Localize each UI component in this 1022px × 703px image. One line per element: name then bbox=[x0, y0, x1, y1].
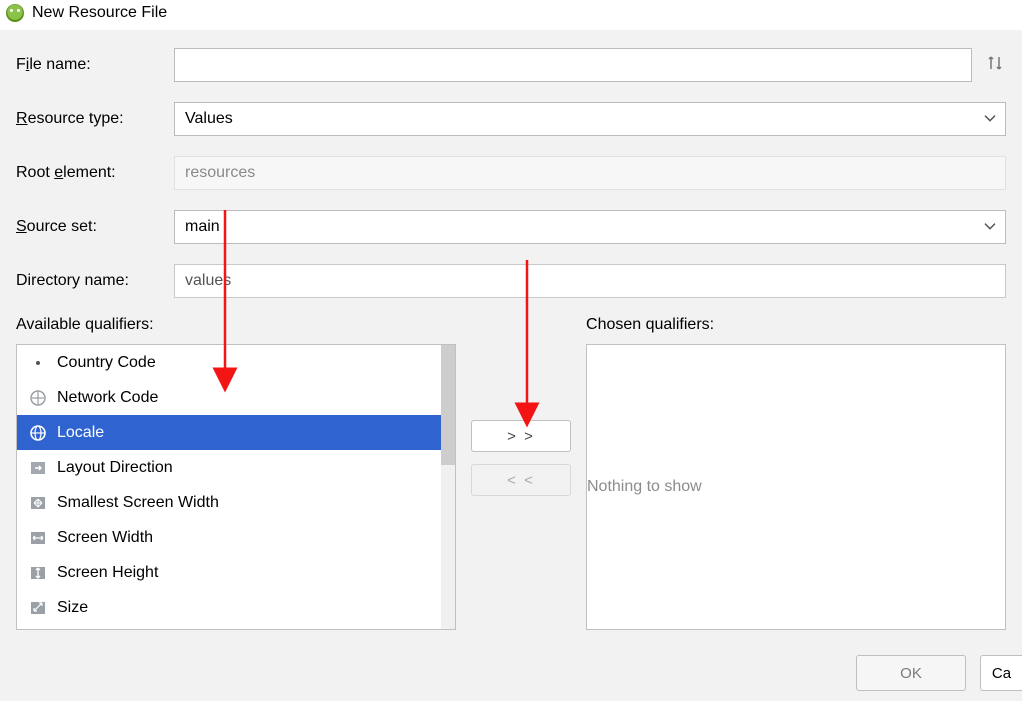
qualifier-item-label: Screen Height bbox=[57, 564, 158, 582]
qualifier-item-screen-width[interactable]: Screen Width bbox=[17, 520, 441, 555]
qualifier-item-label: Size bbox=[57, 599, 88, 617]
android-studio-icon bbox=[6, 4, 24, 22]
width-icon bbox=[29, 529, 47, 547]
qualifier-item-network-code[interactable]: Network Code bbox=[17, 380, 441, 415]
move-buttons-column: > > < < bbox=[456, 316, 586, 508]
label-directory-name: Directory name: bbox=[16, 272, 174, 290]
qualifier-item-smallest-screen-width[interactable]: Smallest Screen Width bbox=[17, 485, 441, 520]
qualifier-item-label: Layout Direction bbox=[57, 459, 173, 477]
label-source-set: Source set: bbox=[16, 218, 174, 236]
network-icon bbox=[29, 389, 47, 407]
row-resource-type: Resource type: bbox=[16, 102, 1006, 136]
label-resource-type: Resource type: bbox=[16, 110, 174, 128]
dialog-body: File name: Resource type: Root element: … bbox=[0, 30, 1022, 701]
window-title: New Resource File bbox=[32, 4, 167, 22]
smallest-icon bbox=[29, 494, 47, 512]
scrollbar-thumb[interactable] bbox=[441, 345, 455, 465]
remove-qualifier-button: < < bbox=[471, 464, 571, 496]
add-qualifier-button[interactable]: > > bbox=[471, 420, 571, 452]
available-qualifiers-list[interactable]: Country Code Network Code Locale Layout Dir… bbox=[16, 344, 456, 630]
directory-name-input[interactable] bbox=[174, 264, 1006, 298]
source-set-value[interactable] bbox=[174, 210, 1006, 244]
file-name-input[interactable] bbox=[174, 48, 972, 82]
size-icon bbox=[29, 599, 47, 617]
qualifier-item-label: Locale bbox=[57, 424, 104, 442]
resource-type-select[interactable] bbox=[174, 102, 1006, 136]
qualifier-item-locale[interactable]: Locale bbox=[17, 415, 441, 450]
label-root-element: Root element: bbox=[16, 164, 174, 182]
qualifier-item-country-code[interactable]: Country Code bbox=[17, 345, 441, 380]
dot-icon bbox=[29, 354, 47, 372]
available-qualifiers-column: Available qualifiers: Country Code Networ… bbox=[16, 316, 456, 630]
qualifier-item-size[interactable]: Size bbox=[17, 590, 441, 625]
sort-icon[interactable] bbox=[984, 54, 1006, 77]
chosen-placeholder: Nothing to show bbox=[587, 345, 702, 629]
root-element-input bbox=[174, 156, 1006, 190]
row-file-name: File name: bbox=[16, 48, 1006, 82]
qualifier-item-label: Smallest Screen Width bbox=[57, 494, 219, 512]
qualifier-item-label: Screen Width bbox=[57, 529, 153, 547]
cancel-button[interactable]: Ca bbox=[980, 655, 1022, 691]
label-chosen-qualifiers: Chosen qualifiers: bbox=[586, 316, 1006, 334]
qualifier-item-layout-direction[interactable]: Layout Direction bbox=[17, 450, 441, 485]
row-source-set: Source set: bbox=[16, 210, 1006, 244]
chosen-qualifiers-list[interactable]: Nothing to show bbox=[586, 344, 1006, 630]
height-icon bbox=[29, 564, 47, 582]
source-set-select[interactable] bbox=[174, 210, 1006, 244]
label-file-name: File name: bbox=[16, 56, 174, 74]
qualifier-item-screen-height[interactable]: Screen Height bbox=[17, 555, 441, 590]
qualifier-item-label: Network Code bbox=[57, 389, 158, 407]
titlebar: New Resource File bbox=[0, 0, 1022, 30]
layout-icon bbox=[29, 459, 47, 477]
scrollbar[interactable] bbox=[441, 345, 455, 629]
qualifier-columns: Available qualifiers: Country Code Networ… bbox=[16, 316, 1006, 630]
row-root-element: Root element: bbox=[16, 156, 1006, 190]
label-available-qualifiers: Available qualifiers: bbox=[16, 316, 456, 334]
qualifier-item-label: Country Code bbox=[57, 354, 156, 372]
ok-button[interactable]: OK bbox=[856, 655, 966, 691]
row-directory-name: Directory name: bbox=[16, 264, 1006, 298]
dialog-buttons: OK Ca bbox=[856, 655, 1022, 691]
chosen-qualifiers-column: Chosen qualifiers: Nothing to show bbox=[586, 316, 1006, 630]
globe-icon bbox=[29, 424, 47, 442]
resource-type-value[interactable] bbox=[174, 102, 1006, 136]
